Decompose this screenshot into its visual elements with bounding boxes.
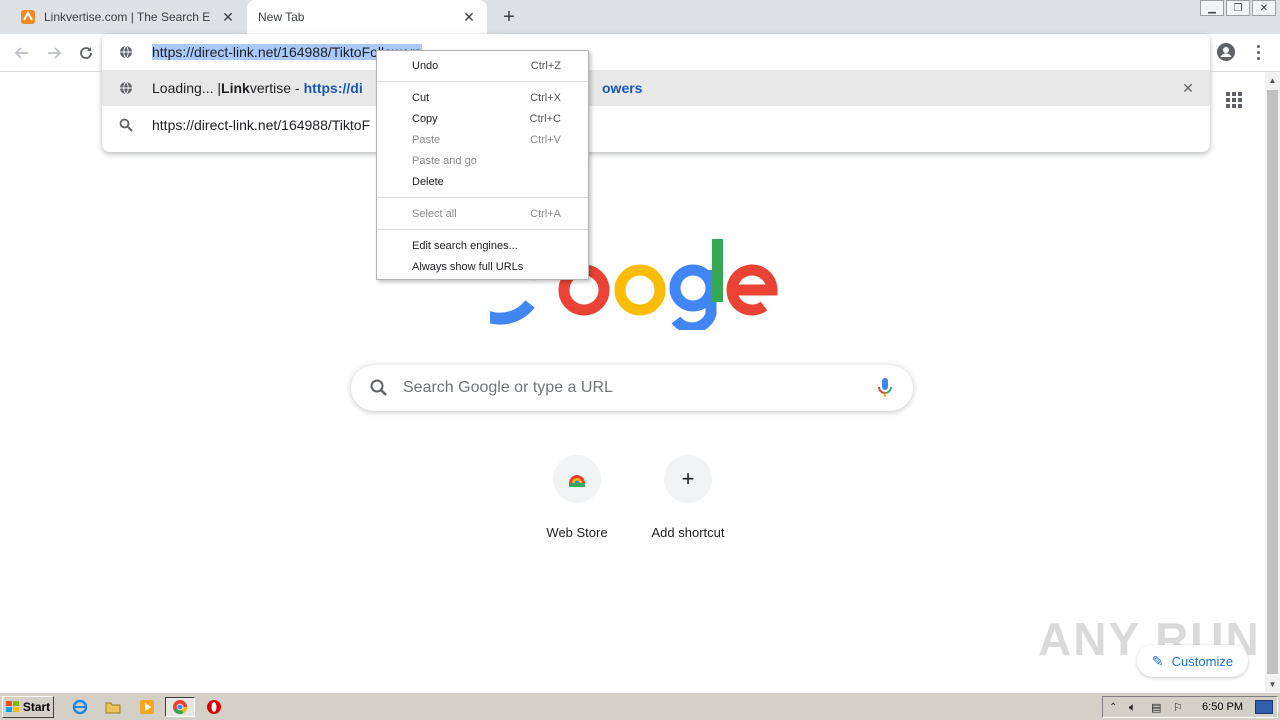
menu-item-shortcut: Ctrl+V — [530, 133, 561, 146]
volume-icon[interactable]: 🔈︎ — [1129, 700, 1136, 715]
suggestion-title-post: vertise - — [249, 80, 300, 96]
web-store-icon — [553, 455, 601, 503]
menu-item-paste[interactable]: Paste Ctrl+V — [377, 129, 588, 150]
reload-icon — [80, 47, 92, 59]
tab-new-tab[interactable]: New Tab ✕ — [247, 0, 487, 34]
context-menu: Undo Ctrl+Z Cut Ctrl+X Copy Ctrl+C Paste… — [376, 50, 589, 280]
menu-item-shortcut: Ctrl+Z — [530, 59, 561, 72]
start-label: Start — [22, 700, 51, 714]
arrow-left-icon — [14, 47, 28, 59]
omnibox-input-row[interactable]: https://direct-link.net/164988/TiktoFoll… — [102, 34, 1210, 70]
menu-separator — [377, 81, 588, 82]
menu-item-label: Cut — [412, 91, 430, 104]
scroll-down-icon[interactable]: ▼ — [1265, 676, 1280, 692]
globe-icon — [118, 80, 134, 96]
menu-item-label: Paste — [412, 133, 441, 146]
menu-item-label: Copy — [412, 112, 438, 125]
clock[interactable]: 6:50 PM — [1202, 701, 1243, 713]
windows-flag-icon — [5, 701, 19, 712]
ntp-search-box[interactable] — [351, 365, 913, 411]
restore-icon[interactable]: ❐ — [1226, 0, 1250, 16]
apps-grid-icon[interactable] — [1226, 92, 1242, 108]
menu-item-label: Select all — [412, 207, 457, 220]
menu-dots-icon[interactable] — [1250, 42, 1266, 62]
forward-button[interactable] — [43, 42, 65, 64]
shortcut-add[interactable]: + Add shortcut — [632, 455, 744, 540]
menu-item-shortcut: Ctrl+C — [529, 112, 561, 125]
menu-item-shortcut: Ctrl+X — [530, 91, 561, 104]
customize-label: Customize — [1171, 653, 1234, 669]
new-tab-button[interactable]: + — [498, 6, 520, 28]
close-icon[interactable]: ✕ — [220, 9, 236, 25]
show-desktop-icon[interactable] — [1255, 700, 1273, 714]
chrome-icon[interactable] — [165, 697, 195, 717]
menu-item-undo[interactable]: Undo Ctrl+Z — [377, 55, 588, 76]
globe-icon — [118, 44, 134, 60]
pencil-icon: ✎ — [1151, 652, 1164, 669]
menu-item-always-show-full-urls[interactable]: Always show full URLs — [377, 256, 588, 277]
menu-item-label: Undo — [412, 59, 439, 72]
customize-button[interactable]: ✎ Customize — [1137, 645, 1248, 677]
menu-separator — [377, 229, 588, 230]
menu-item-shortcut: Ctrl+A — [530, 207, 561, 220]
menu-item-cut[interactable]: Cut Ctrl+X — [377, 87, 588, 108]
taskbar: Start ⌃ 🔈︎ ▤ ⚐ 6:50 PM — [0, 692, 1280, 720]
menu-item-label: Paste and go — [412, 154, 477, 167]
tab-strip: Linkvertise.com | The Search Engine ✕ Ne… — [0, 0, 1280, 34]
remove-suggestion-icon[interactable]: ✕ — [1180, 80, 1196, 96]
menu-item-label: Edit search engines... — [412, 239, 518, 252]
omnibox-popup: https://direct-link.net/164988/TiktoFoll… — [102, 34, 1210, 152]
scrollbar-thumb[interactable] — [1267, 90, 1278, 674]
menu-item-delete[interactable]: Delete — [377, 171, 588, 192]
close-icon[interactable]: ✕ — [461, 9, 477, 25]
menu-item-label: Always show full URLs — [412, 260, 524, 273]
suggestion-url-start: https://di — [303, 80, 363, 96]
menu-item-label: Delete — [412, 175, 444, 188]
suggestion-title-pre: Loading... | — [152, 80, 222, 96]
profile-icon[interactable] — [1216, 42, 1236, 62]
shortcut-label: Add shortcut — [651, 525, 725, 540]
show-hidden-icons-icon[interactable]: ⌃ — [1109, 702, 1117, 713]
system-tray: ⌃ 🔈︎ ▤ ⚐ 6:50 PM — [1102, 696, 1278, 718]
microphone-icon[interactable] — [877, 377, 893, 399]
menu-item-copy[interactable]: Copy Ctrl+C — [377, 108, 588, 129]
menu-item-paste-and-go[interactable]: Paste and go — [377, 150, 588, 171]
media-player-icon[interactable] — [137, 697, 157, 717]
tab-title: Linkvertise.com | The Search Engine — [44, 10, 210, 24]
menu-item-select-all[interactable]: Select all Ctrl+A — [377, 203, 588, 224]
scrollbar[interactable]: ▲ ▼ — [1265, 72, 1280, 692]
internet-explorer-icon[interactable] — [70, 697, 90, 717]
network-icon[interactable]: ▤ — [1151, 701, 1161, 714]
tab-linkvertise[interactable]: Linkvertise.com | The Search Engine ✕ — [8, 0, 246, 34]
suggestion-url-end: owers — [602, 80, 643, 96]
opera-icon[interactable] — [204, 697, 224, 717]
search-icon — [118, 117, 134, 133]
suggestion-text: https://direct-link.net/164988/TiktoF — [152, 117, 371, 133]
scroll-up-icon[interactable]: ▲ — [1265, 72, 1280, 88]
window-controls: ▁ ❐ ✕ — [1198, 0, 1276, 18]
linkvertise-icon — [21, 10, 35, 24]
arrow-right-icon — [48, 47, 62, 59]
search-input[interactable] — [403, 379, 877, 397]
omnibox-suggestion[interactable]: https://direct-link.net/164988/TiktoF — [102, 107, 1210, 143]
reload-button[interactable] — [75, 42, 97, 64]
shortcut-web-store[interactable]: Web Store — [521, 455, 633, 540]
action-center-flag-icon[interactable]: ⚐ — [1173, 701, 1183, 714]
start-button[interactable]: Start — [2, 696, 54, 718]
tab-title: New Tab — [258, 10, 305, 24]
search-icon — [370, 379, 387, 396]
plus-icon: + — [664, 455, 712, 503]
minimize-icon[interactable]: ▁ — [1200, 0, 1224, 16]
suggestion-title-match: Link — [221, 80, 250, 96]
menu-separator — [377, 197, 588, 198]
close-window-icon[interactable]: ✕ — [1252, 0, 1276, 16]
back-button[interactable] — [11, 42, 33, 64]
folder-icon[interactable] — [103, 697, 123, 717]
shortcut-label: Web Store — [546, 525, 608, 540]
omnibox-suggestion[interactable]: Loading... | Link vertise - https://di ow… — [102, 70, 1210, 106]
menu-item-edit-search-engines[interactable]: Edit search engines... — [377, 235, 588, 256]
